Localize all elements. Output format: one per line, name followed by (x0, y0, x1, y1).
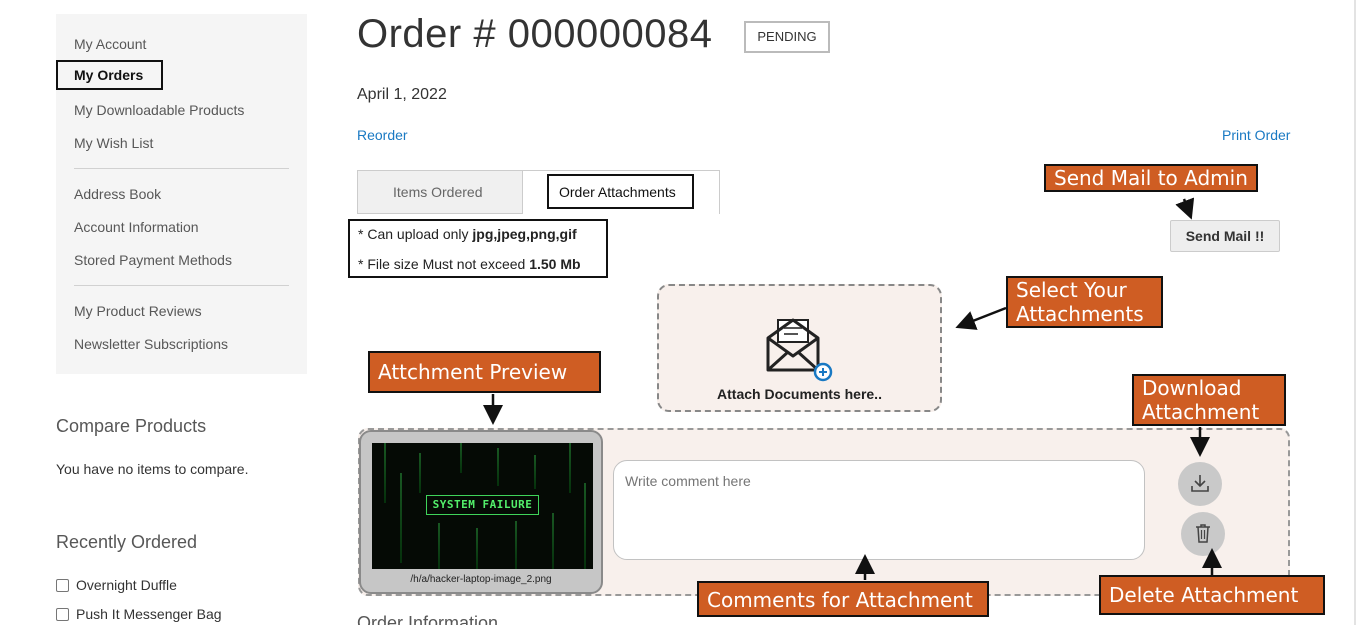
attachment-thumbnail: SYSTEM FAILURE (372, 443, 593, 569)
tab-label: Order Attachments (559, 184, 676, 200)
attachment-dropzone[interactable]: Attach Documents here.. (657, 284, 942, 412)
compare-products-title: Compare Products (56, 416, 207, 436)
compare-empty-text: You have no items to compare. (56, 461, 249, 477)
page-title: Order # 000000084 (357, 12, 713, 56)
nav-newsletter-subscriptions[interactable]: Newsletter Subscriptions (74, 336, 228, 352)
recently-ordered-item-label: Overnight Duffle (76, 577, 177, 593)
order-date: April 1, 2022 (357, 86, 447, 103)
nav-wish-list[interactable]: My Wish List (74, 135, 153, 151)
nav-my-orders[interactable]: My Orders (56, 60, 163, 90)
download-attachment-button[interactable] (1178, 462, 1222, 506)
tab-order-attachments[interactable]: Order Attachments (522, 170, 720, 214)
recently-ordered-item: Overnight Duffle (56, 577, 177, 593)
rule-file-size: * File size Must not exceed 1.50 Mb (358, 256, 581, 272)
recently-ordered-title: Recently Ordered (56, 532, 198, 552)
recently-ordered-item-label: Push It Messenger Bag (76, 606, 222, 622)
nav-divider (74, 285, 289, 286)
order-information-title: Order Information (357, 613, 499, 625)
nav-stored-payment-methods[interactable]: Stored Payment Methods (74, 252, 232, 268)
callout-send-mail: Send Mail to Admin (1044, 164, 1258, 192)
attachment-file-name: /h/a/hacker-laptop-image_2.png (410, 574, 552, 585)
send-mail-button[interactable]: Send Mail !! (1170, 220, 1280, 252)
callout-attachment-preview: Attchment Preview (368, 351, 601, 393)
thumbnail-caption: SYSTEM FAILURE (426, 495, 539, 515)
upload-rules: * Can upload only jpg,jpeg,png,gif * Fil… (348, 219, 608, 278)
recently-ordered-item: Push It Messenger Bag (56, 606, 222, 622)
delete-attachment-button[interactable] (1181, 512, 1225, 556)
callout-comments: Comments for Attachment (697, 581, 989, 617)
nav-divider (74, 168, 289, 169)
reorder-link[interactable]: Reorder (357, 127, 408, 143)
status-badge: PENDING (744, 21, 830, 53)
print-order-link[interactable]: Print Order (1222, 127, 1290, 143)
plus-circle-icon (813, 362, 833, 385)
callout-select-attachments: Select Your Attachments (1006, 276, 1163, 328)
recently-ordered-checkbox[interactable] (56, 578, 69, 592)
nav-downloadable-products[interactable]: My Downloadable Products (74, 102, 244, 118)
tab-items-ordered[interactable]: Items Ordered (357, 170, 523, 214)
callout-delete-attachment: Delete Attachment (1099, 575, 1325, 615)
nav-address-book[interactable]: Address Book (74, 186, 161, 202)
account-nav: My Account My Orders My Downloadable Pro… (56, 14, 307, 374)
recently-ordered-checkbox[interactable] (56, 607, 69, 621)
rule-file-types: * Can upload only jpg,jpeg,png,gif (358, 226, 577, 242)
nav-account-information[interactable]: Account Information (74, 219, 199, 235)
dropzone-label: Attach Documents here.. (717, 386, 882, 402)
attachment-preview[interactable]: SYSTEM FAILURE /h/a/hacker-laptop-image_… (359, 430, 603, 594)
download-icon (1189, 472, 1211, 497)
nav-my-account[interactable]: My Account (74, 36, 146, 52)
tab-label: Items Ordered (393, 184, 483, 200)
callout-download-attachment: Download Attachment (1132, 374, 1286, 426)
trash-icon (1193, 522, 1213, 547)
attachment-comment-field[interactable] (613, 460, 1145, 560)
nav-product-reviews[interactable]: My Product Reviews (74, 303, 202, 319)
